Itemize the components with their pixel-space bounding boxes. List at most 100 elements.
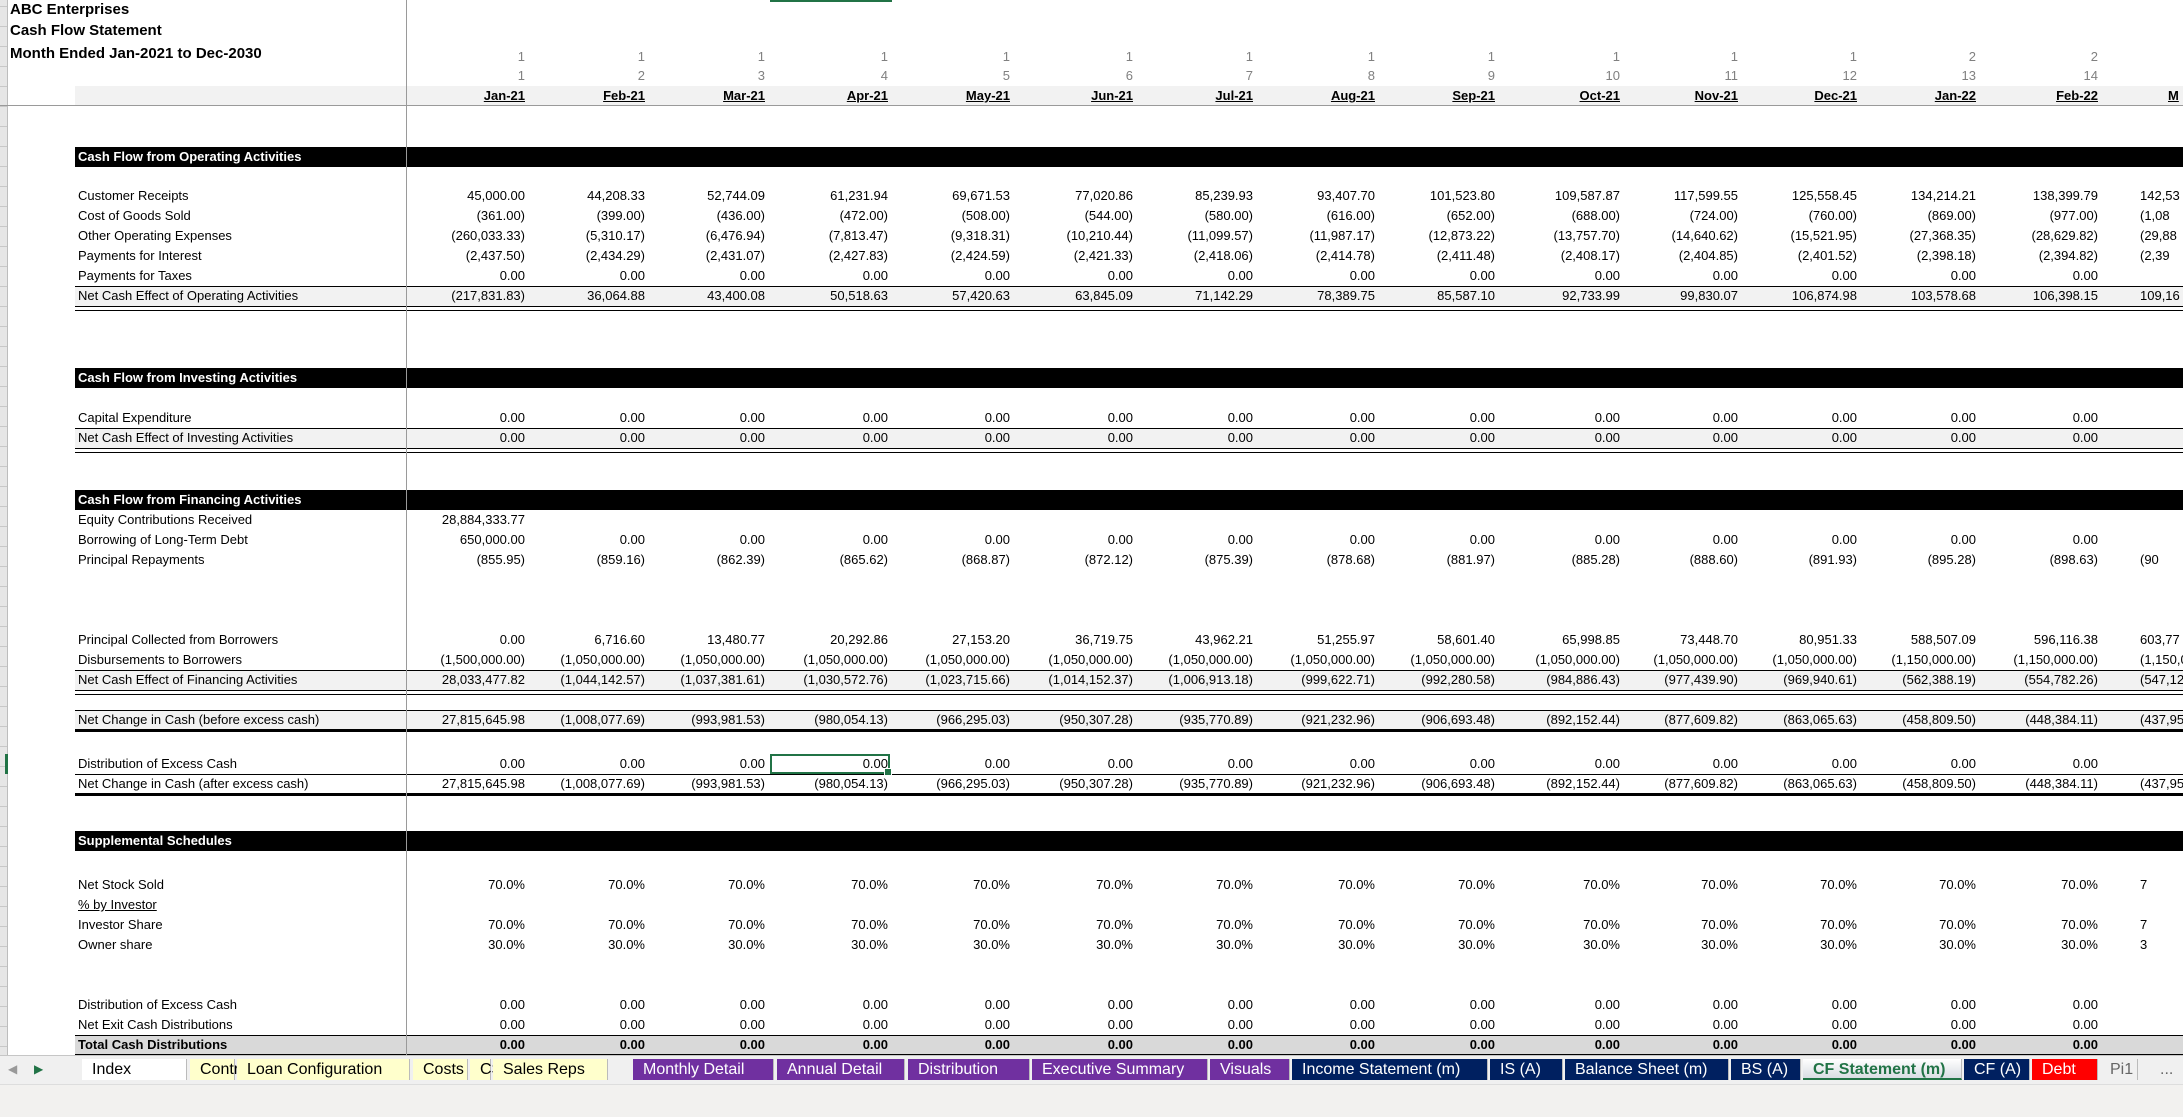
value-cell[interactable]: 0.00 bbox=[1747, 428, 1857, 448]
value-cell[interactable]: 36,719.75 bbox=[1023, 630, 1133, 650]
value-cell[interactable]: 30.0% bbox=[1866, 935, 1976, 955]
value-cell-partial[interactable]: 109,16 bbox=[2140, 286, 2180, 306]
value-cell[interactable] bbox=[655, 510, 765, 530]
value-cell[interactable]: (892,152.44) bbox=[1510, 774, 1620, 794]
value-cell[interactable]: 30.0% bbox=[535, 935, 645, 955]
value-cell[interactable]: 70.0% bbox=[778, 915, 888, 935]
value-cell[interactable] bbox=[1265, 510, 1375, 530]
value-cell[interactable]: (2,411.48) bbox=[1385, 246, 1495, 266]
value-cell[interactable]: 0.00 bbox=[1628, 1035, 1738, 1055]
value-cell[interactable]: 0.00 bbox=[1510, 266, 1620, 286]
value-cell[interactable]: 70.0% bbox=[655, 915, 765, 935]
value-cell[interactable]: 0.00 bbox=[1988, 754, 2098, 774]
column-date-header[interactable]: Oct-21 bbox=[1510, 86, 1620, 106]
value-cell[interactable]: 52,744.09 bbox=[655, 186, 765, 206]
value-cell[interactable]: (862.39) bbox=[655, 550, 765, 570]
value-cell[interactable]: 65,998.85 bbox=[1510, 630, 1620, 650]
value-cell[interactable]: 0.00 bbox=[1988, 1015, 2098, 1035]
value-cell[interactable]: (969,940.61) bbox=[1747, 670, 1857, 690]
value-cell[interactable]: 588,507.09 bbox=[1866, 630, 1976, 650]
value-cell[interactable]: (12,873.22) bbox=[1385, 226, 1496, 246]
sheet-tab-monthly-detail[interactable]: Monthly Detail bbox=[633, 1059, 774, 1080]
value-cell[interactable]: 0.00 bbox=[1628, 266, 1738, 286]
column-date-header[interactable]: Nov-21 bbox=[1628, 86, 1738, 106]
value-cell[interactable]: 0.00 bbox=[1747, 408, 1857, 428]
value-cell[interactable]: (865.62) bbox=[778, 550, 888, 570]
value-cell[interactable]: 0.00 bbox=[1143, 428, 1253, 448]
value-cell[interactable]: 0.00 bbox=[900, 1035, 1010, 1055]
value-cell[interactable]: (993,981.53) bbox=[655, 774, 765, 794]
column-date-header[interactable]: Apr-21 bbox=[778, 86, 888, 106]
value-cell[interactable] bbox=[1385, 510, 1495, 530]
value-cell[interactable]: 0.00 bbox=[655, 754, 765, 774]
value-cell[interactable]: 0.00 bbox=[1747, 754, 1857, 774]
value-cell[interactable]: 0.00 bbox=[655, 408, 765, 428]
value-cell[interactable]: 0.00 bbox=[1747, 1015, 1857, 1035]
value-cell[interactable]: (892,152.44) bbox=[1510, 710, 1620, 730]
value-cell[interactable]: (217,831.83) bbox=[415, 286, 525, 306]
sheet-tab-bs-a[interactable]: BS (A) bbox=[1731, 1059, 1801, 1080]
value-cell[interactable]: (906,693.48) bbox=[1385, 774, 1495, 794]
value-cell[interactable]: 0.00 bbox=[1143, 408, 1253, 428]
value-cell[interactable]: 101,523.80 bbox=[1385, 186, 1495, 206]
value-cell[interactable] bbox=[778, 510, 888, 530]
value-cell[interactable]: (1,050,000.00) bbox=[1265, 650, 1375, 670]
row-headers[interactable] bbox=[0, 0, 8, 1055]
column-date-header[interactable]: Feb-21 bbox=[535, 86, 645, 106]
sheet-tab-cs[interactable]: CS bbox=[470, 1059, 502, 1080]
spreadsheet-grid[interactable]: ABC Enterprises Cash Flow Statement Mont… bbox=[0, 0, 2183, 1055]
value-cell[interactable]: (1,050,000.00) bbox=[1385, 650, 1495, 670]
value-cell[interactable]: (1,014,152.37) bbox=[1023, 670, 1133, 690]
value-cell-partial[interactable]: (1,150,00 bbox=[2140, 650, 2183, 670]
value-cell[interactable]: (966,295.03) bbox=[900, 710, 1010, 730]
value-cell[interactable]: 30.0% bbox=[1385, 935, 1495, 955]
value-cell[interactable]: 0.00 bbox=[535, 1015, 645, 1035]
value-cell[interactable]: (2,418.06) bbox=[1143, 246, 1253, 266]
value-cell[interactable]: (562,388.19) bbox=[1866, 670, 1976, 690]
value-cell[interactable]: (2,421.33) bbox=[1023, 246, 1133, 266]
value-cell[interactable]: (935,770.89) bbox=[1143, 774, 1253, 794]
value-cell[interactable]: (855.95) bbox=[415, 550, 525, 570]
value-cell[interactable]: (5,310.17) bbox=[535, 226, 645, 246]
column-date-header[interactable]: Jan-21 bbox=[415, 86, 525, 106]
value-cell[interactable]: 70.0% bbox=[1265, 915, 1375, 935]
value-cell[interactable]: (2,431.07) bbox=[655, 246, 765, 266]
value-cell[interactable]: 0.00 bbox=[1385, 1035, 1495, 1055]
value-cell[interactable]: 0.00 bbox=[1265, 1035, 1375, 1055]
value-cell[interactable]: 57,420.63 bbox=[900, 286, 1010, 306]
value-cell[interactable]: 30.0% bbox=[1628, 935, 1738, 955]
sheet-tab-annual-detail[interactable]: Annual Detail bbox=[777, 1059, 905, 1080]
value-cell[interactable]: (1,030,572.76) bbox=[778, 670, 888, 690]
value-cell[interactable] bbox=[1143, 510, 1253, 530]
value-cell[interactable]: 20,292.86 bbox=[778, 630, 888, 650]
value-cell[interactable]: 0.00 bbox=[1265, 1015, 1375, 1035]
value-cell-partial[interactable]: (29,88 bbox=[2140, 226, 2177, 246]
value-cell[interactable]: (472.00) bbox=[778, 206, 888, 226]
value-cell[interactable]: 0.00 bbox=[655, 266, 765, 286]
value-cell[interactable]: (688.00) bbox=[1510, 206, 1620, 226]
value-cell[interactable]: (891.93) bbox=[1747, 550, 1857, 570]
value-cell[interactable]: (2,434.29) bbox=[535, 246, 645, 266]
value-cell[interactable]: 70.0% bbox=[535, 875, 645, 895]
value-cell[interactable]: (1,006,913.18) bbox=[1143, 670, 1253, 690]
value-cell[interactable]: 106,874.98 bbox=[1747, 286, 1857, 306]
value-cell[interactable]: (1,037,381.61) bbox=[655, 670, 765, 690]
tab-scroll-left-icon[interactable]: ◀ bbox=[8, 1062, 17, 1076]
value-cell[interactable]: 0.00 bbox=[1385, 408, 1495, 428]
column-date-header[interactable]: Feb-22 bbox=[1988, 86, 2098, 106]
value-cell[interactable]: (1,050,000.00) bbox=[655, 650, 765, 670]
value-cell[interactable]: 650,000.00 bbox=[415, 530, 525, 550]
value-cell[interactable]: 85,239.93 bbox=[1143, 186, 1253, 206]
value-cell[interactable]: 30.0% bbox=[1143, 935, 1253, 955]
value-cell[interactable] bbox=[1628, 895, 1738, 915]
value-cell[interactable]: 70.0% bbox=[1143, 875, 1253, 895]
value-cell[interactable]: 70.0% bbox=[778, 875, 888, 895]
value-cell[interactable]: 596,116.38 bbox=[1988, 630, 2098, 650]
value-cell[interactable]: 0.00 bbox=[1866, 1035, 1976, 1055]
value-cell[interactable]: 0.00 bbox=[1143, 1035, 1253, 1055]
value-cell[interactable]: (2,394.82) bbox=[1988, 246, 2098, 266]
value-cell[interactable]: 36,064.88 bbox=[535, 286, 645, 306]
value-cell[interactable]: 85,587.10 bbox=[1385, 286, 1495, 306]
value-cell[interactable]: 0.00 bbox=[1510, 995, 1620, 1015]
value-cell[interactable]: 70.0% bbox=[655, 875, 765, 895]
